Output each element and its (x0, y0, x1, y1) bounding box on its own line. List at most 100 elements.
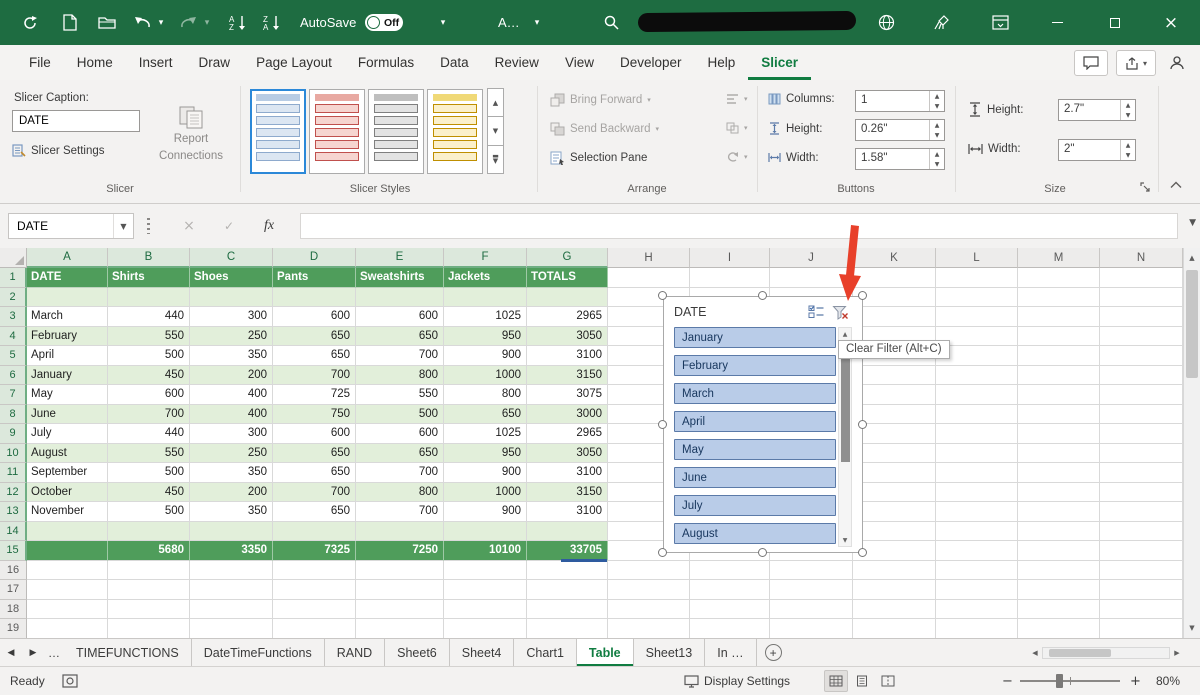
grid-cell-E3[interactable]: 600 (356, 307, 444, 327)
grid-cell-L2[interactable] (936, 288, 1018, 308)
grid-cell-H19[interactable] (608, 619, 690, 638)
grid-cell-N14[interactable] (1100, 522, 1183, 542)
grid-cell-B7[interactable]: 600 (108, 385, 190, 405)
grid-cell-B6[interactable]: 450 (108, 366, 190, 386)
grid-cell-D3[interactable]: 600 (273, 307, 356, 327)
row-header-6[interactable]: 6 (0, 366, 27, 386)
report-connections-button[interactable]: Report Connections (148, 88, 234, 180)
grid-cell-F17[interactable] (444, 580, 527, 600)
grid-cell-K19[interactable] (853, 619, 936, 638)
undo-icon[interactable] (132, 0, 152, 45)
slicer-handle-s[interactable] (758, 548, 767, 557)
row-header-5[interactable]: 5 (0, 346, 27, 366)
grid-cell-J17[interactable] (770, 580, 853, 600)
slicer-scroll-up-icon[interactable]: ▲ (839, 328, 851, 340)
ribbon-tab-formulas[interactable]: Formulas (345, 45, 427, 80)
grid-cell-L16[interactable] (936, 561, 1018, 581)
slicer-item-may[interactable]: May (674, 439, 836, 460)
grid-cell-N2[interactable] (1100, 288, 1183, 308)
horizontal-scroll-thumb[interactable] (1049, 649, 1111, 657)
grid-cell-D19[interactable] (273, 619, 356, 638)
grid-cell-B5[interactable]: 500 (108, 346, 190, 366)
column-header-A[interactable]: A (27, 248, 108, 268)
table-resize-handle[interactable] (561, 559, 607, 562)
grid-cell-F6[interactable]: 1000 (444, 366, 527, 386)
sheet-tab-datetimefunctions[interactable]: DateTimeFunctions (192, 639, 325, 666)
grid-cell-K12[interactable] (853, 483, 936, 503)
slicer-style-thumbnail-3[interactable] (368, 89, 424, 174)
sheet-nav-right-icon[interactable]: ▶ (22, 639, 44, 666)
button-width-spinner[interactable]: 1.58" ▲▼ (855, 148, 945, 170)
ribbon-tab-view[interactable]: View (552, 45, 607, 80)
grid-cell-M3[interactable] (1018, 307, 1100, 327)
sheet-tab-sheet13[interactable]: Sheet13 (634, 639, 706, 666)
grid-cell-N12[interactable] (1100, 483, 1183, 503)
grid-cell-C12[interactable]: 200 (190, 483, 273, 503)
grid-cell-I19[interactable] (690, 619, 770, 638)
grid-cell-G16[interactable] (527, 561, 608, 581)
grid-cell-F16[interactable] (444, 561, 527, 581)
ribbon-tab-draw[interactable]: Draw (186, 45, 244, 80)
grid-cell-N11[interactable] (1100, 463, 1183, 483)
grid-cell-D18[interactable] (273, 600, 356, 620)
grid-cell-H18[interactable] (608, 600, 690, 620)
sheet-tab-chart1[interactable]: Chart1 (514, 639, 577, 666)
row-header-4[interactable]: 4 (0, 327, 27, 347)
name-box-dropdown-icon[interactable]: ▼ (113, 214, 133, 238)
grid-cell-I18[interactable] (690, 600, 770, 620)
slicer-scrollbar[interactable]: ▲ ▼ (838, 327, 852, 547)
slicer-handle-se[interactable] (858, 548, 867, 557)
grid-cell-N9[interactable] (1100, 424, 1183, 444)
grid-cell-L10[interactable] (936, 444, 1018, 464)
grid-cell-A5[interactable]: April (27, 346, 108, 366)
column-header-G[interactable]: G (527, 248, 608, 268)
sheet-tab-in[interactable]: In … (705, 639, 756, 666)
grid-cell-C18[interactable] (190, 600, 273, 620)
slicer-style-thumbnail-4[interactable] (427, 89, 483, 174)
grid-cell-C10[interactable]: 250 (190, 444, 273, 464)
grid-cell-F4[interactable]: 950 (444, 327, 527, 347)
grid-cell-M15[interactable] (1018, 541, 1100, 561)
grid-cell-D9[interactable]: 600 (273, 424, 356, 444)
grid-cell-B10[interactable]: 550 (108, 444, 190, 464)
ribbon-tab-insert[interactable]: Insert (126, 45, 186, 80)
grid-cell-K6[interactable] (853, 366, 936, 386)
sheet-tab-rand[interactable]: RAND (325, 639, 385, 666)
grid-cell-N7[interactable] (1100, 385, 1183, 405)
grid-cell-N15[interactable] (1100, 541, 1183, 561)
hscroll-right-icon[interactable]: ▶ (1170, 649, 1184, 657)
grid-cell-D10[interactable]: 650 (273, 444, 356, 464)
grid-cell-E18[interactable] (356, 600, 444, 620)
grid-cell-G10[interactable]: 3050 (527, 444, 608, 464)
grid-cell-F19[interactable] (444, 619, 527, 638)
grid-cell-B13[interactable]: 500 (108, 502, 190, 522)
ribbon-tab-file[interactable]: File (16, 45, 64, 80)
slicer-handle-n[interactable] (758, 291, 767, 300)
grid-cell-C16[interactable] (190, 561, 273, 581)
account-button[interactable] (1164, 55, 1190, 71)
sweep-icon[interactable] (930, 0, 954, 45)
page-break-view-icon[interactable] (876, 670, 900, 692)
grid-cell-G15[interactable]: 33705 (527, 541, 608, 561)
slicer-settings-button[interactable]: Slicer Settings (12, 144, 105, 157)
open-folder-icon[interactable] (94, 0, 120, 45)
grid-cell-C9[interactable]: 300 (190, 424, 273, 444)
grid-cell-C1[interactable]: Shoes (190, 268, 273, 288)
grid-cell-I1[interactable] (690, 268, 770, 288)
grid-cell-G3[interactable]: 2965 (527, 307, 608, 327)
grid-cell-A11[interactable]: September (27, 463, 108, 483)
comments-button[interactable] (1074, 50, 1108, 76)
grid-cell-L1[interactable] (936, 268, 1018, 288)
slicer-handle-e[interactable] (858, 420, 867, 429)
grid-cell-A2[interactable] (27, 288, 108, 308)
grid-cell-L7[interactable] (936, 385, 1018, 405)
grid-cell-A18[interactable] (27, 600, 108, 620)
slicer-item-july[interactable]: July (674, 495, 836, 516)
column-header-H[interactable]: H (608, 248, 690, 268)
size-dialog-launcher-icon[interactable] (1140, 182, 1151, 196)
slicer-handle-sw[interactable] (658, 548, 667, 557)
grid-cell-A13[interactable]: November (27, 502, 108, 522)
grid-cell-M19[interactable] (1018, 619, 1100, 638)
grid-cell-F3[interactable]: 1025 (444, 307, 527, 327)
spin-down-icon[interactable]: ▼ (1121, 110, 1135, 120)
